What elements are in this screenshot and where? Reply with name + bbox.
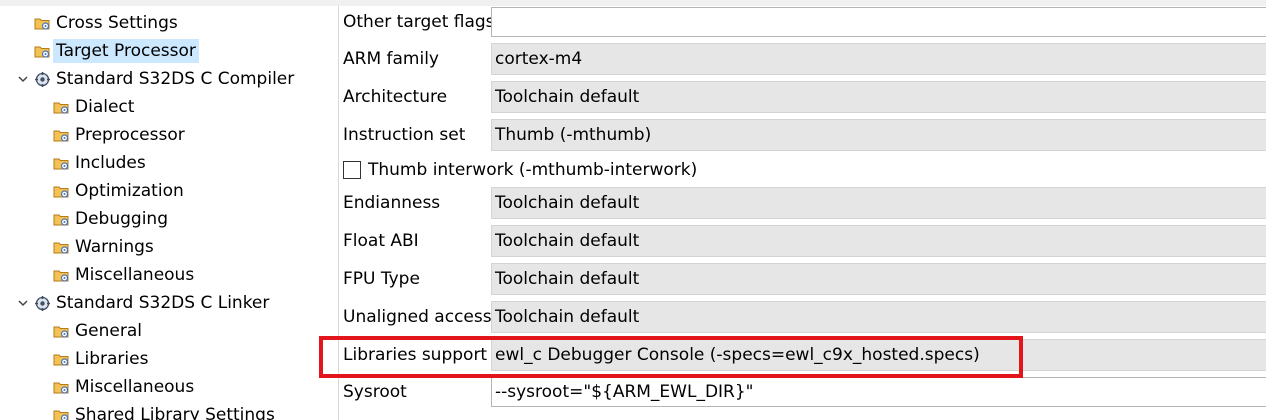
architecture-label: Architecture [343, 87, 448, 107]
settings-folder-icon [53, 99, 70, 116]
unaligned-access-select[interactable]: Toolchain default [491, 301, 1266, 333]
tree-item-includes[interactable]: Includes [53, 149, 149, 177]
settings-tree: Cross Settings Target Processor Standard… [0, 6, 339, 420]
settings-folder-icon [53, 407, 70, 420]
tree-item-preprocessor[interactable]: Preprocessor [53, 121, 188, 149]
tree-item-dialect[interactable]: Dialect [53, 93, 137, 121]
libraries-support-highlight [319, 336, 1023, 378]
tool-gear-icon [34, 71, 51, 88]
endianness-select[interactable]: Toolchain default [491, 187, 1266, 219]
chevron-down-icon[interactable] [16, 296, 30, 310]
tree-item-general[interactable]: General [53, 317, 145, 345]
settings-folder-icon [53, 323, 70, 340]
tree-item-optimization[interactable]: Optimization [53, 177, 187, 205]
tree-item-label: Preprocessor [75, 125, 185, 145]
tree-item-label: Cross Settings [56, 13, 178, 33]
float-abi-label: Float ABI [343, 231, 419, 251]
settings-folder-icon [53, 379, 70, 396]
settings-folder-icon [34, 43, 51, 60]
tree-item-label: Dialect [75, 97, 135, 117]
tree-item-shared-library-settings[interactable]: Shared Library Settings [53, 401, 278, 420]
tree-item-label: General [75, 321, 142, 341]
arm-family-label: ARM family [343, 49, 439, 69]
tree-item-label: Warnings [75, 237, 154, 257]
settings-folder-icon [34, 15, 51, 32]
tool-gear-icon [34, 295, 51, 312]
other-target-flags-input[interactable] [491, 7, 1266, 37]
arm-family-select[interactable]: cortex-m4 [491, 43, 1266, 75]
architecture-select[interactable]: Toolchain default [491, 81, 1266, 113]
tree-item-miscellaneous-linker[interactable]: Miscellaneous [53, 373, 197, 401]
tree-item-label: Debugging [75, 209, 168, 229]
tree-item-label: Target Processor [53, 39, 199, 63]
tree-item-standard-s32ds-c-linker[interactable]: Standard S32DS C Linker [16, 289, 272, 317]
tree-item-warnings[interactable]: Warnings [53, 233, 157, 261]
tree-item-standard-s32ds-c-compiler[interactable]: Standard S32DS C Compiler [16, 65, 297, 93]
sysroot-label: Sysroot [343, 382, 407, 402]
other-target-flags-label: Other target flags [343, 12, 495, 32]
instruction-set-label: Instruction set [343, 125, 466, 145]
instruction-set-select[interactable]: Thumb (-mthumb) [491, 119, 1266, 151]
tree-item-miscellaneous-compiler[interactable]: Miscellaneous [53, 261, 197, 289]
tree-item-label: Miscellaneous [75, 377, 195, 397]
settings-folder-icon [53, 127, 70, 144]
tree-item-debugging[interactable]: Debugging [53, 205, 171, 233]
tree-item-cross-settings[interactable]: Cross Settings [34, 9, 181, 37]
tree-item-libraries[interactable]: Libraries [53, 345, 151, 373]
tree-item-label: Miscellaneous [75, 265, 195, 285]
tree-item-label: Standard S32DS C Compiler [56, 69, 295, 89]
settings-folder-icon [53, 239, 70, 256]
properties-window: Cross Settings Target Processor Standard… [0, 0, 1266, 420]
tree-item-label: Shared Library Settings [75, 405, 275, 420]
tree-item-label: Includes [75, 153, 146, 173]
fpu-type-label: FPU Type [343, 269, 420, 289]
thumb-interwork-label: Thumb interwork (-mthumb-interwork) [368, 160, 698, 180]
tree-item-label: Standard S32DS C Linker [56, 293, 270, 313]
chevron-down-icon[interactable] [16, 72, 30, 86]
settings-folder-icon [53, 183, 70, 200]
tree-item-label: Libraries [75, 349, 149, 369]
settings-folder-icon [53, 351, 70, 368]
tree-item-label: Optimization [75, 181, 184, 201]
thumb-interwork-checkbox[interactable] [343, 161, 361, 179]
unaligned-access-label: Unaligned access [343, 307, 492, 327]
endianness-label: Endianness [343, 193, 441, 213]
fpu-type-select[interactable]: Toolchain default [491, 263, 1266, 295]
float-abi-select[interactable]: Toolchain default [491, 225, 1266, 257]
settings-folder-icon [53, 267, 70, 284]
sysroot-input[interactable]: --sysroot="${ARM_EWL_DIR}" [491, 377, 1266, 407]
tree-item-target-processor[interactable]: Target Processor [34, 37, 199, 65]
settings-folder-icon [53, 211, 70, 228]
thumb-interwork-option[interactable]: Thumb interwork (-mthumb-interwork) [343, 158, 697, 182]
settings-folder-icon [53, 155, 70, 172]
